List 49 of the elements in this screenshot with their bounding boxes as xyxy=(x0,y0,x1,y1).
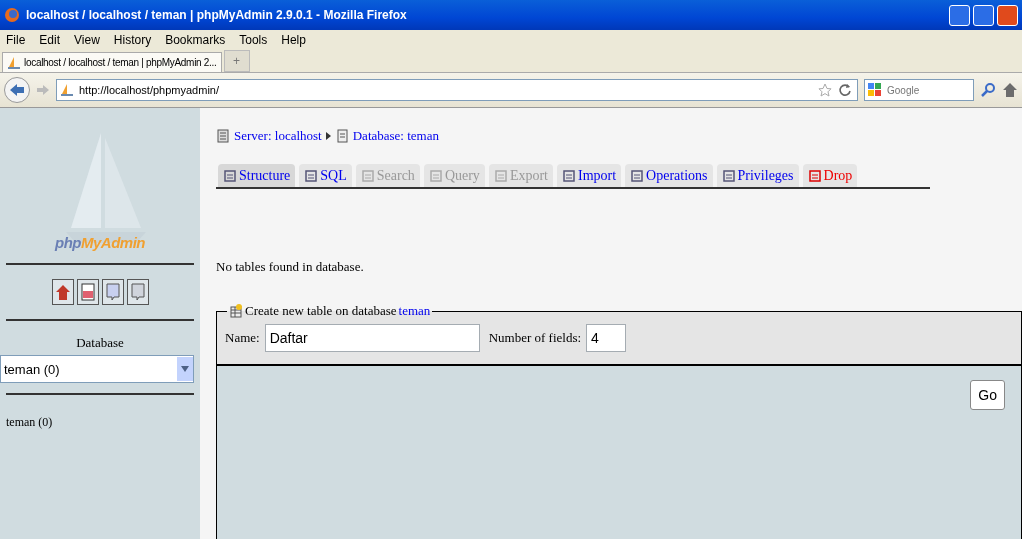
search-icon[interactable] xyxy=(980,82,996,98)
sailboat-icon xyxy=(60,83,74,97)
star-icon[interactable] xyxy=(818,83,832,97)
name-label: Name: xyxy=(225,330,260,346)
tab[interactable]: Operations xyxy=(625,164,713,187)
address-bar[interactable]: http://localhost/phpmyadmin/ xyxy=(56,79,858,101)
restore-button[interactable] xyxy=(973,4,994,26)
chevron-icon xyxy=(325,132,331,140)
database-link[interactable]: teman xyxy=(398,303,431,319)
field-count-field[interactable]: 4 xyxy=(586,324,627,352)
tab[interactable]: Import xyxy=(557,164,622,187)
table-name-field[interactable]: Daftar xyxy=(264,324,480,352)
menu-item[interactable]: Tools xyxy=(239,33,268,47)
menu-item[interactable]: File xyxy=(6,33,26,47)
menu-item[interactable]: History xyxy=(113,33,152,47)
browser-tab[interactable]: localhost / localhost / teman | phpMyAdmin 2... xyxy=(2,52,222,72)
database-label: Database xyxy=(76,335,124,350)
firefox-icon xyxy=(4,7,20,23)
tab[interactable]: Drop xyxy=(802,164,858,187)
window-title: localhost / localhost / teman | phpMyAdmin 2.9.0.1 - Mozilla Firefox xyxy=(26,8,408,22)
breadcrumb-link[interactable]: Server: localhost xyxy=(234,128,322,144)
sailboat-icon xyxy=(7,55,21,70)
google-icon xyxy=(867,82,883,98)
fields-label: Number of fields: xyxy=(488,330,582,346)
menu-item[interactable]: Help xyxy=(281,33,306,47)
database-link[interactable]: teman (0) xyxy=(6,415,194,430)
back-button[interactable] xyxy=(4,77,30,103)
home-icon[interactable] xyxy=(51,279,74,305)
empty-message: No tables found in database. xyxy=(216,259,364,274)
reload-icon[interactable] xyxy=(838,83,852,97)
go-button[interactable]: Go xyxy=(970,380,1005,410)
legend-text: Create new table on database xyxy=(245,303,397,319)
close-button[interactable] xyxy=(997,4,1018,26)
tab[interactable]: Structure xyxy=(218,164,296,187)
database-select[interactable]: teman (0) xyxy=(0,355,194,383)
breadcrumb-link[interactable]: Database: teman xyxy=(352,128,439,144)
menu-item[interactable]: View xyxy=(74,33,100,47)
tab[interactable]: Privileges xyxy=(716,164,799,187)
back-arrow-icon xyxy=(9,83,25,97)
home-icon[interactable] xyxy=(1002,82,1018,98)
menu-item[interactable]: Edit xyxy=(39,33,61,47)
minimize-button[interactable] xyxy=(949,4,970,26)
search-field[interactable]: Google xyxy=(864,79,974,101)
caret-icon xyxy=(181,366,189,372)
logo-text: MyAdmin xyxy=(81,234,145,251)
logo-text: php xyxy=(55,234,81,251)
sql-window-icon[interactable] xyxy=(76,279,99,305)
menu-item[interactable]: Bookmarks xyxy=(165,33,226,47)
tab[interactable]: SQL xyxy=(299,164,352,187)
